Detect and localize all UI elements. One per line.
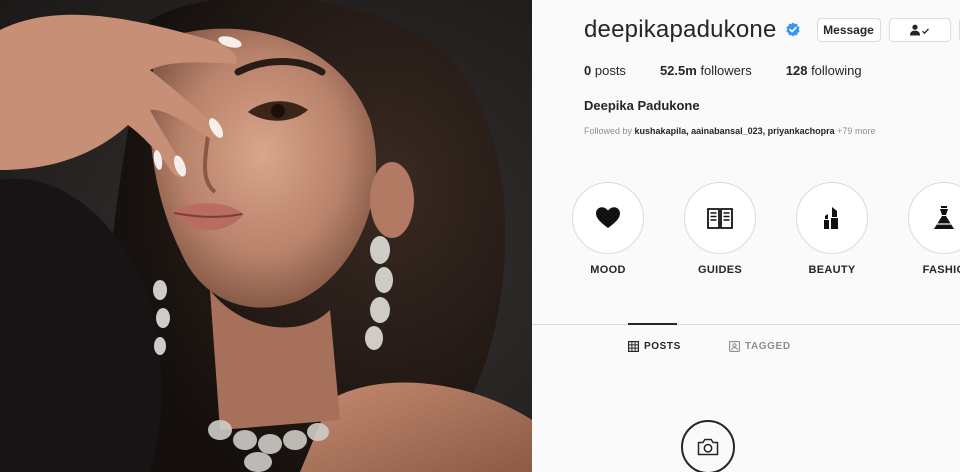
- book-icon: [707, 208, 733, 229]
- followers-label: followers: [700, 63, 752, 78]
- highlight-label: GUIDES: [698, 264, 742, 276]
- portrait-illustration: [0, 0, 532, 472]
- username: deepikapadukone: [584, 16, 777, 43]
- tab-posts-label: POSTS: [644, 341, 681, 352]
- full-name: Deepika Padukone: [584, 98, 700, 113]
- verified-badge-icon: [785, 22, 800, 37]
- highlight-cover: [684, 182, 756, 254]
- posts-count: 0: [584, 63, 592, 78]
- dress-icon: [934, 206, 954, 229]
- followed-by[interactable]: Followed by kushakapila, aainabansal_023…: [584, 126, 875, 136]
- lipstick-icon: [824, 207, 838, 229]
- highlight-mood[interactable]: MOOD: [572, 182, 644, 276]
- grid-icon: [628, 341, 639, 352]
- followed-by-more: +79 more: [837, 126, 876, 136]
- tab-posts[interactable]: POSTS: [628, 341, 681, 352]
- posts-label: posts: [594, 63, 626, 78]
- highlight-label: MOOD: [590, 264, 626, 276]
- tabs-divider: [532, 324, 960, 325]
- followers-count: 52.5m: [659, 63, 697, 78]
- followers-stat[interactable]: 52.5m followers: [660, 63, 752, 78]
- heart-icon: [596, 207, 620, 228]
- profile-panel: deepikapadukone Message 0 posts 52.5m fo…: [532, 0, 960, 472]
- posts-stat: 0 posts: [584, 63, 626, 78]
- camera-icon: [697, 438, 719, 456]
- tab-tagged[interactable]: TAGGED: [729, 341, 791, 352]
- followed-by-names: kushakapila, aainabansal_023, priyankach…: [634, 126, 835, 136]
- profile-photo: [0, 0, 532, 472]
- empty-posts-camera: [681, 420, 735, 472]
- tab-tagged-label: TAGGED: [745, 341, 791, 352]
- following-stat[interactable]: 128 following: [786, 63, 862, 78]
- following-count: 128: [785, 63, 808, 78]
- highlight-cover: [572, 182, 644, 254]
- highlight-guides[interactable]: GUIDES: [684, 182, 756, 276]
- highlight-label: BEAUTY: [808, 264, 856, 276]
- following-button[interactable]: [888, 18, 951, 42]
- highlight-cover: [796, 182, 868, 254]
- followed-by-prefix: Followed by: [584, 126, 633, 136]
- profile-header: deepikapadukone Message: [584, 16, 960, 44]
- active-tab-indicator: [628, 323, 677, 325]
- following-label: following: [811, 63, 862, 78]
- highlight-label: FASHIO: [922, 264, 960, 276]
- highlight-cover: [908, 182, 960, 254]
- tag-icon: [729, 341, 740, 352]
- highlight-fashion[interactable]: FASHIO: [908, 182, 960, 276]
- message-button[interactable]: Message: [816, 18, 881, 42]
- person-check-icon: [909, 24, 929, 36]
- profile-stats: 0 posts 52.5m followers 128 following: [584, 63, 896, 78]
- highlight-beauty[interactable]: BEAUTY: [796, 182, 868, 276]
